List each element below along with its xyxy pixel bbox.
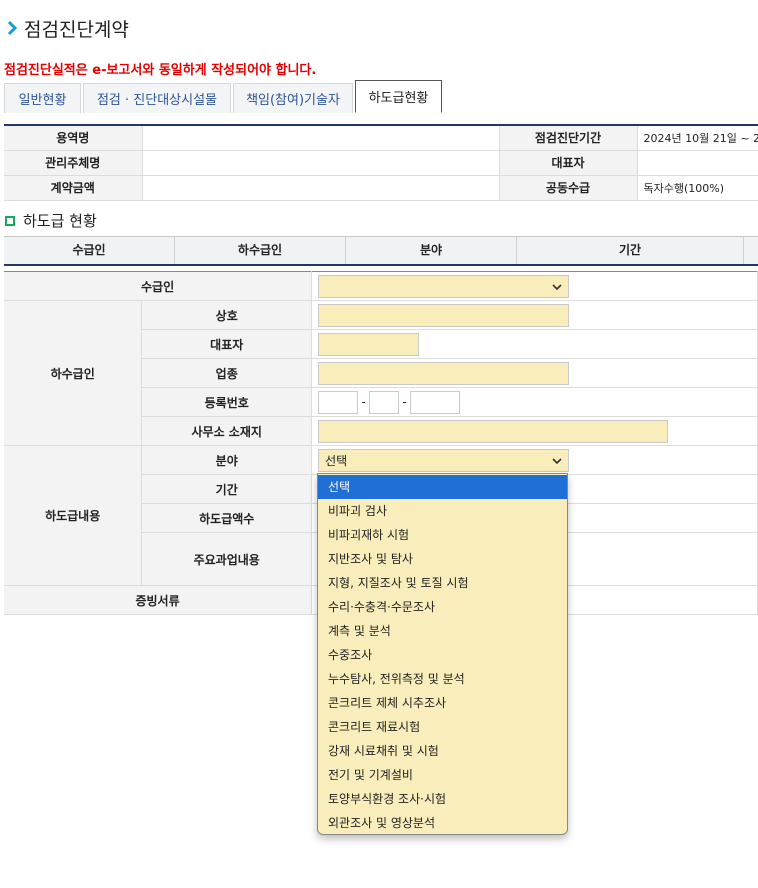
business-label: 업종 [141, 358, 313, 388]
header-contractor: 수급인 [4, 237, 175, 264]
dropdown-option[interactable]: 토양부식환경 조사·시험 [318, 787, 567, 811]
office-input[interactable] [318, 419, 669, 443]
sub-period-label: 기간 [141, 474, 313, 504]
dropdown-option[interactable]: 지형, 지질조사 및 토질 시험 [318, 571, 567, 595]
trade-name-label: 상호 [141, 300, 313, 330]
dropdown-option[interactable]: 강재 시료채취 및 시험 [318, 739, 567, 763]
tab-bar: 일반현황 점검 · 진단대상시설물 책임(참여)기술자 하도급현황 [4, 80, 444, 113]
evidence-label: 증빙서류 [4, 585, 313, 615]
dropdown-option[interactable]: 계측 및 분석 [318, 619, 567, 643]
tab-target-facilities[interactable]: 점검 · 진단대상시설물 [83, 83, 231, 113]
contract-amount-value [142, 175, 500, 201]
reg-no-input-1[interactable] [318, 390, 359, 414]
header-subcontractor: 하수급인 [175, 237, 346, 264]
representative-value [637, 150, 758, 176]
dropdown-option-select[interactable]: 선택 [318, 475, 567, 499]
chevron-right-icon [6, 18, 22, 38]
dropdown-option[interactable]: 비파괴 검사 [318, 499, 567, 523]
contract-amount-label: 계약금액 [4, 175, 143, 201]
reg-no-input-2[interactable] [369, 390, 400, 414]
reg-no-label: 등록번호 [141, 387, 313, 417]
subcontractor-label: 하수급인 [4, 300, 143, 446]
project-name-label: 용역명 [4, 125, 143, 151]
dropdown-option[interactable]: 누수탐사, 전위측정 및 분석 [318, 667, 567, 691]
chevron-down-icon [552, 279, 562, 293]
dropdown-option[interactable]: 전기 및 기계설비 [318, 763, 567, 787]
dropdown-option[interactable]: 외관조사 및 영상분석 [318, 811, 567, 835]
section-title-text: 하도급 현황 [23, 212, 97, 230]
header-field: 분야 [346, 237, 517, 264]
field-label: 분야 [141, 445, 313, 475]
sub-rep-label: 대표자 [141, 329, 313, 359]
page-title: 점검진단계약 [6, 14, 129, 42]
period-value: 2024년 10월 21일 ~ 2024 [637, 125, 758, 151]
main-work-label: 주요과업내용 [141, 532, 313, 586]
manager-label: 관리주체명 [4, 150, 143, 176]
office-label: 사무소 소재지 [141, 416, 313, 446]
dropdown-option[interactable]: 수중조사 [318, 643, 567, 667]
dropdown-option[interactable]: 콘크리트 재료시험 [318, 715, 567, 739]
contractor-select[interactable] [318, 274, 570, 298]
representative-label: 대표자 [499, 150, 638, 176]
tab-general[interactable]: 일반현황 [4, 83, 81, 113]
sub-amount-label: 하도급액수 [141, 503, 313, 533]
tab-subcontract[interactable]: 하도급현황 [355, 80, 442, 113]
dropdown-option[interactable]: 비파괴재하 시험 [318, 523, 567, 547]
field-select-value: 선택 [325, 453, 348, 468]
project-name-value [142, 125, 500, 151]
square-bullet-icon [5, 215, 15, 226]
joint-contract-label: 공동수급 [499, 175, 638, 201]
trade-name-input[interactable] [318, 303, 570, 327]
reg-no-input-3[interactable] [410, 390, 461, 414]
sub-rep-input[interactable] [318, 332, 420, 356]
manager-value [142, 150, 500, 176]
field-dropdown-list: 선택 비파괴 검사 비파괴재하 시험 지반조사 및 탐사 지형, 지질조사 및 … [317, 473, 568, 835]
reg-no-dash-2: - [402, 395, 407, 409]
subcontract-list-header: 수급인 하수급인 분야 기간 [4, 236, 758, 266]
field-select[interactable]: 선택 [318, 448, 570, 472]
dropdown-option[interactable]: 수리·수충격·수문조사 [318, 595, 567, 619]
section-title: 하도급 현황 [5, 210, 97, 231]
contractor-label: 수급인 [4, 271, 313, 301]
reg-no-dash-1: - [361, 395, 366, 409]
contract-info-table: 용역명 점검진단기간 2024년 10월 21일 ~ 2024 관리주체명 대표… [4, 124, 758, 201]
period-label: 점검진단기간 [499, 125, 638, 151]
header-period: 기간 [517, 237, 744, 264]
business-input[interactable] [318, 361, 570, 385]
chevron-down-icon [552, 453, 562, 467]
dropdown-option[interactable]: 지반조사 및 탐사 [318, 547, 567, 571]
joint-contract-value: 독자수행(100%) [637, 175, 758, 201]
tab-engineers[interactable]: 책임(참여)기술자 [233, 83, 353, 113]
notice-text: 점검진단실적은 e-보고서와 동일하게 작성되어야 합니다. [4, 63, 317, 78]
dropdown-option[interactable]: 콘크리트 제체 시추조사 [318, 691, 567, 715]
subcontract-content-label: 하도급내용 [4, 445, 143, 586]
page-title-text: 점검진단계약 [24, 18, 129, 41]
